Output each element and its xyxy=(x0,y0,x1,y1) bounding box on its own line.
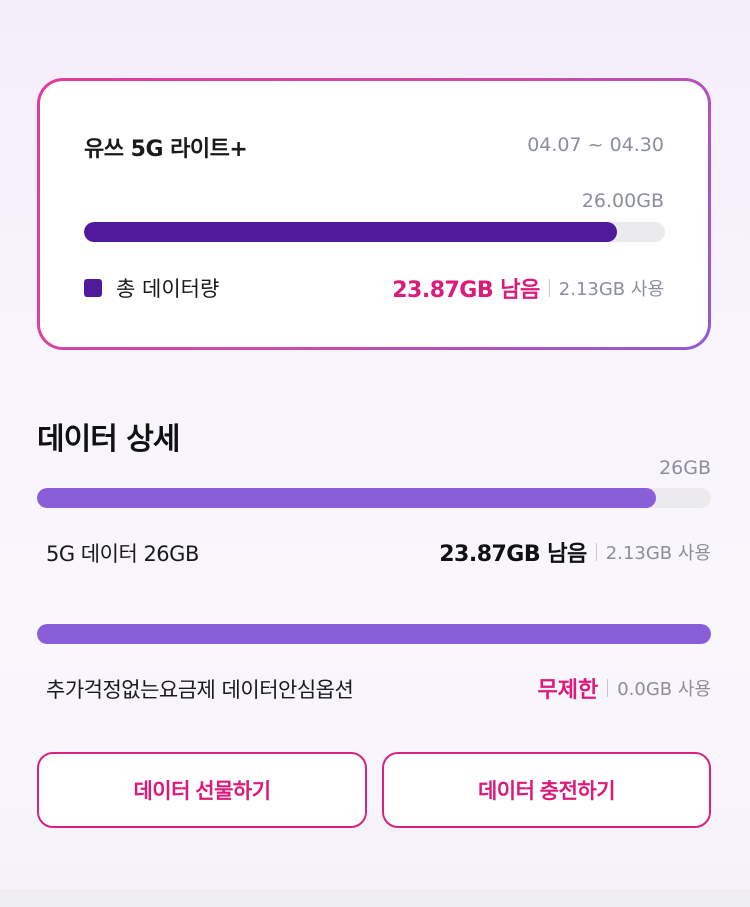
plan-name: 유쓰 5G 라이트+ xyxy=(84,137,248,162)
section-title-data-detail: 데이터 상세 xyxy=(37,422,180,457)
safety-option-usage-bar-fill xyxy=(37,624,711,644)
divider xyxy=(595,543,597,561)
5g-data-used: 2.13GB 사용 xyxy=(605,543,711,564)
detail-capacity: 26GB xyxy=(659,457,711,479)
5g-data-stat: 23.87GB 남음 2.13GB 사용 xyxy=(439,536,711,568)
safety-option-label: 추가걱정없는요금제 데이터안심옵션 xyxy=(46,678,354,702)
legend-label: 총 데이터량 xyxy=(116,277,220,301)
total-usage-bar-fill xyxy=(84,222,618,242)
total-usage-bar xyxy=(84,222,665,242)
safety-option-used: 0.0GB 사용 xyxy=(617,679,711,700)
plan-used: 2.13GB 사용 xyxy=(558,279,664,300)
safety-option-remaining: 무제한 xyxy=(537,678,599,703)
5g-data-usage-bar-fill xyxy=(37,488,656,508)
5g-data-remaining: 23.87GB 남음 xyxy=(439,542,587,567)
5g-data-label: 5G 데이터 26GB xyxy=(46,542,199,566)
divider xyxy=(548,279,550,297)
total-capacity: 26.00GB xyxy=(581,190,664,212)
footer-strip xyxy=(0,889,750,907)
legend: 총 데이터량 xyxy=(84,273,219,303)
plan-remaining: 23.87GB 남음 xyxy=(392,278,540,303)
5g-data-usage-bar xyxy=(37,488,711,508)
gift-data-button[interactable]: 데이터 선물하기 xyxy=(37,752,367,828)
plan-summary-card: 유쓰 5G 라이트+ 04.07 ~ 04.30 26.00GB 총 데이터량 … xyxy=(40,81,708,347)
safety-option-usage-bar xyxy=(37,624,711,644)
plan-usage-stat: 23.87GB 남음 2.13GB 사용 xyxy=(392,272,664,304)
plan-summary-card-border: 유쓰 5G 라이트+ 04.07 ~ 04.30 26.00GB 총 데이터량 … xyxy=(37,78,711,350)
billing-period: 04.07 ~ 04.30 xyxy=(527,134,664,156)
charge-data-button[interactable]: 데이터 충전하기 xyxy=(382,752,711,828)
legend-swatch xyxy=(84,279,102,297)
divider xyxy=(607,679,609,697)
safety-option-stat: 무제한 0.0GB 사용 xyxy=(538,672,712,704)
